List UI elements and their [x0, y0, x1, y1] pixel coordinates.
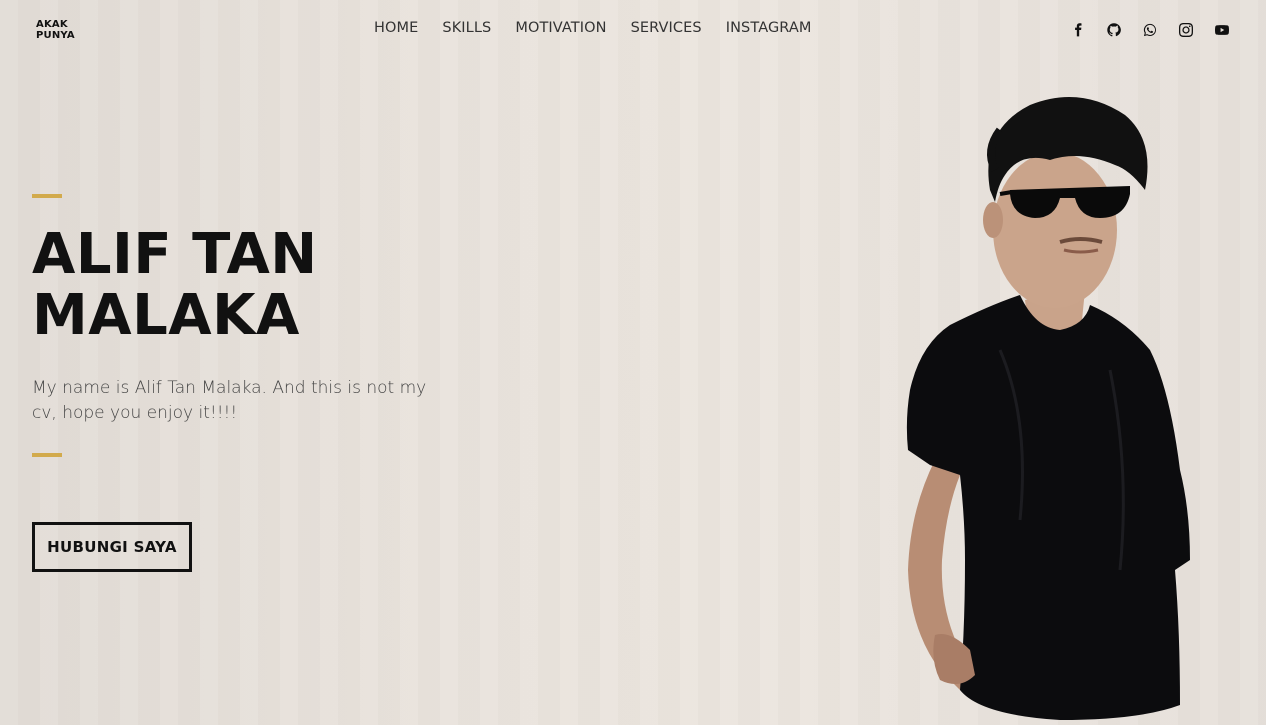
- instagram-icon[interactable]: [1178, 22, 1194, 38]
- hero-title: ALIF TAN MALAKA: [32, 224, 318, 346]
- site-logo[interactable]: AKAK PUNYA: [36, 19, 75, 41]
- nav-skills[interactable]: SKILLS: [442, 20, 491, 36]
- main-nav: HOME SKILLS MOTIVATION SERVICES INSTAGRA…: [374, 20, 836, 36]
- youtube-icon[interactable]: [1214, 22, 1230, 38]
- logo-line-1: AKAK: [36, 19, 68, 30]
- hero-description: My name is Alif Tan Malaka. And this is …: [32, 378, 427, 423]
- github-icon[interactable]: [1106, 22, 1122, 38]
- contact-button[interactable]: HUBUNGI SAYA: [32, 522, 192, 572]
- social-links: [1070, 22, 1230, 38]
- accent-line-bottom: [32, 453, 62, 457]
- nav-home[interactable]: HOME: [374, 20, 418, 36]
- accent-line-top: [32, 194, 62, 198]
- hero-title-line-1: ALIF TAN: [32, 222, 318, 287]
- whatsapp-icon[interactable]: [1142, 22, 1158, 38]
- nav-services[interactable]: SERVICES: [631, 20, 702, 36]
- nav-motivation[interactable]: MOTIVATION: [515, 20, 606, 36]
- logo-line-2: PUNYA: [36, 30, 75, 41]
- facebook-icon[interactable]: [1070, 22, 1086, 38]
- hero-title-line-2: MALAKA: [32, 283, 300, 348]
- nav-instagram[interactable]: INSTAGRAM: [726, 20, 812, 36]
- portrait-image: [906, 97, 1190, 720]
